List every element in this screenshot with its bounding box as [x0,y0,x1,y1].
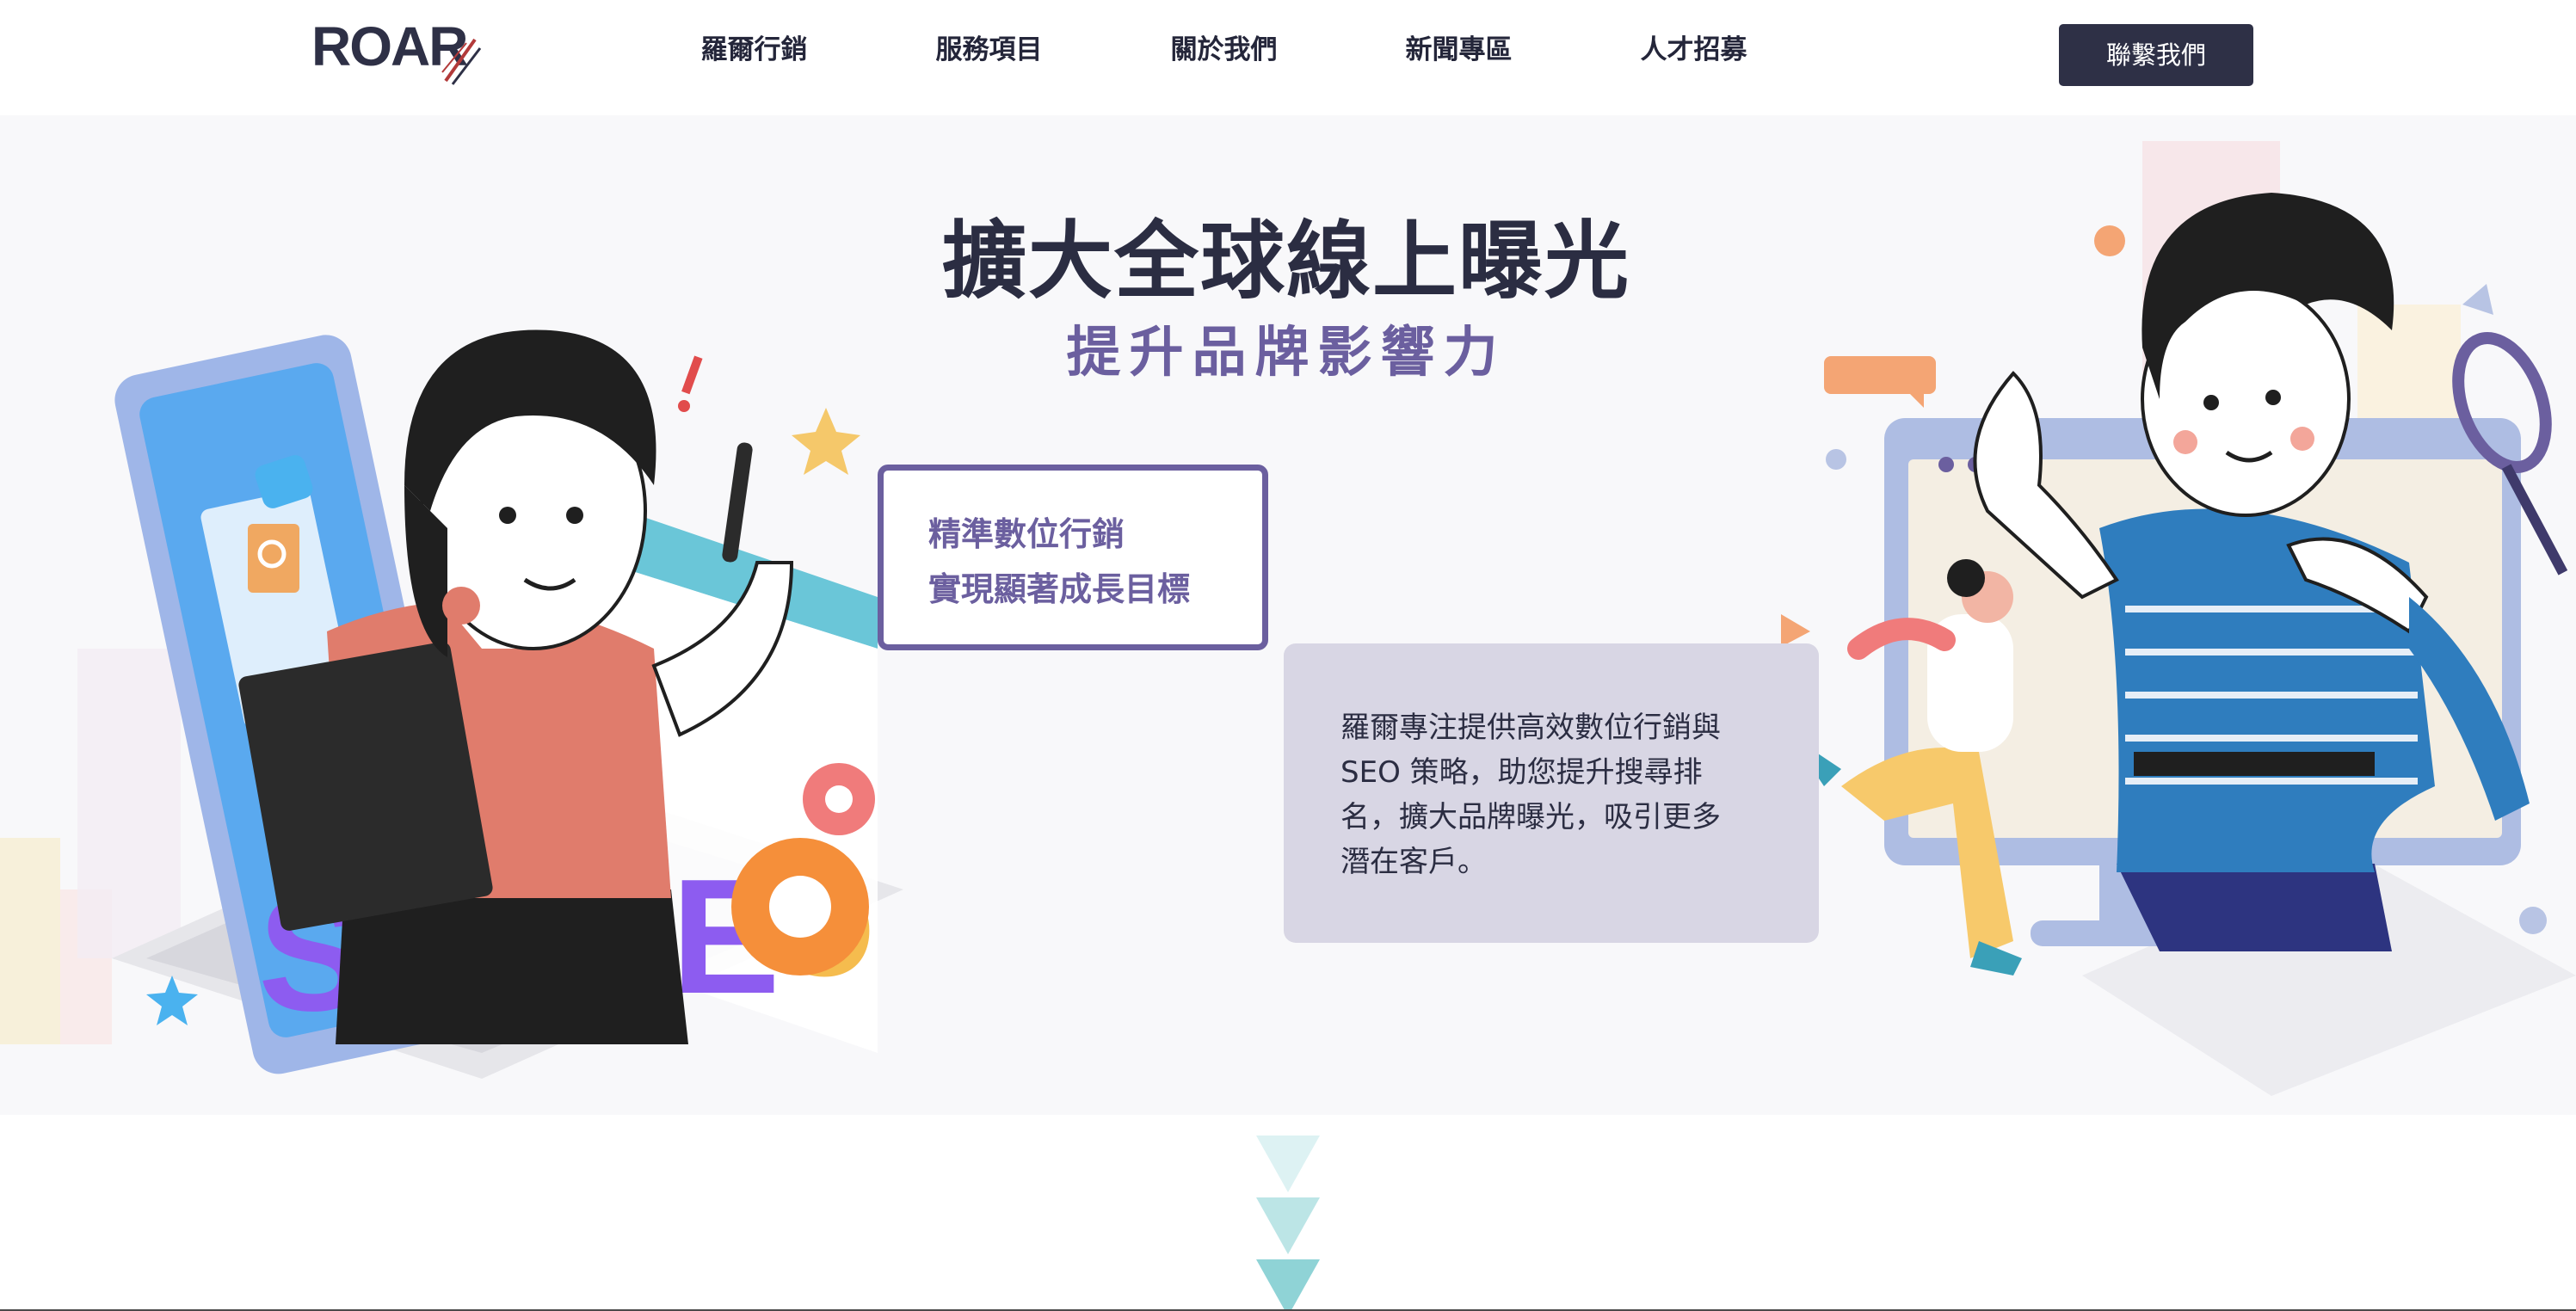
next-section [0,1115,2576,1311]
description-line: SEO 策略，助您提升搜尋排 [1340,755,1703,790]
nav-item-roar-marketing[interactable]: 羅爾行銷 [637,26,872,77]
description-line: 潛在客戶。 [1340,845,1487,879]
hero-section: S E O [0,115,2576,1115]
hero-subtitle: 提升品牌影響力 [1066,321,1507,384]
highlight-box: 精準數位行銷 實現顯著成長目標 [878,465,1268,650]
nav-item-news[interactable]: 新聞專區 [1341,26,1576,77]
nav-item-careers[interactable]: 人才招募 [1576,26,1811,77]
description-line: 羅爾專注提供高效數位行銷與 [1340,711,1721,745]
nav-item-about[interactable]: 關於我們 [1106,26,1341,77]
main-nav: 羅爾行銷 服務項目 關於我們 新聞專區 人才招募 [637,26,1811,77]
man-monitor-illustration [1781,141,2576,1096]
description-line: 名，擴大品牌曝光，吸引更多 [1340,800,1721,834]
nav-item-services[interactable]: 服務項目 [872,26,1106,77]
roar-logo[interactable]: ROAR [311,12,482,85]
contact-us-button[interactable]: 聯繫我們 [2059,24,2253,86]
scroll-down-arrows-icon[interactable] [1256,1136,1320,1311]
hero-title: 擴大全球線上曝光 [941,212,1630,311]
description-box: 羅爾專注提供高效數位行銷與 SEO 策略，助您提升搜尋排 名，擴大品牌曝光，吸引… [1284,643,1819,943]
claw-scratch-icon [441,38,482,85]
highlight-line: 精準數位行銷 [928,515,1125,553]
highlight-line: 實現顯著成長目標 [928,570,1191,608]
site-header: ROAR 羅爾行銷 服務項目 關於我們 新聞專區 人才招募 聯繫我們 [0,0,2576,115]
